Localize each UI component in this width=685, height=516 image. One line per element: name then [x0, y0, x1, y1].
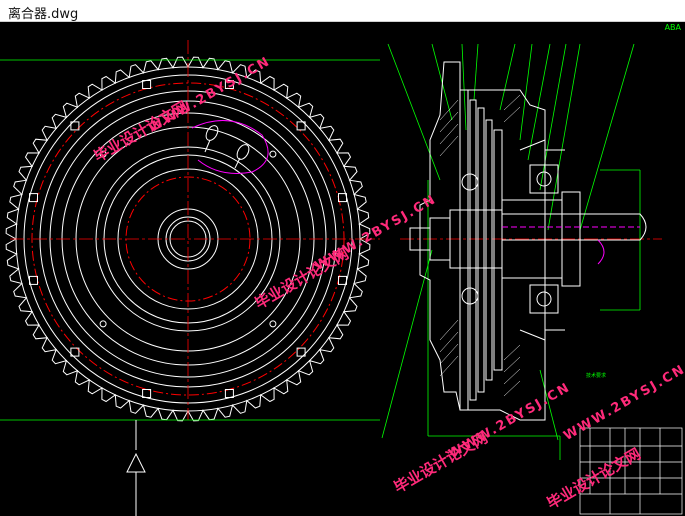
- bolt-hole: [142, 389, 152, 398]
- tech-notes-title: 技术要求: [586, 373, 607, 379]
- view-arrow: [126, 420, 146, 516]
- bolt-hole: [142, 80, 152, 89]
- rivet-hole: [99, 320, 107, 328]
- section-view: [409, 61, 647, 421]
- drawing-canvas[interactable]: ABA 技术要求 WWW.2BYSJ.CN 毕业设计论文网 WWW.2BYSJ.…: [0, 22, 685, 516]
- window-title: 离合器.dwg: [8, 7, 79, 22]
- corner-label: ABA: [664, 23, 681, 32]
- title-bar: 离合器.dwg: [0, 0, 685, 22]
- rivet-hole: [269, 150, 277, 158]
- bolt-hole: [29, 193, 38, 203]
- rivet-hole: [269, 320, 277, 328]
- bolt-hole: [338, 275, 347, 285]
- bolt-hole: [338, 193, 347, 203]
- bolt-hole: [224, 389, 234, 398]
- tech-notes: 技术要求: [586, 373, 606, 379]
- bolt-hole: [29, 275, 38, 285]
- cad-drawing: [0, 40, 683, 516]
